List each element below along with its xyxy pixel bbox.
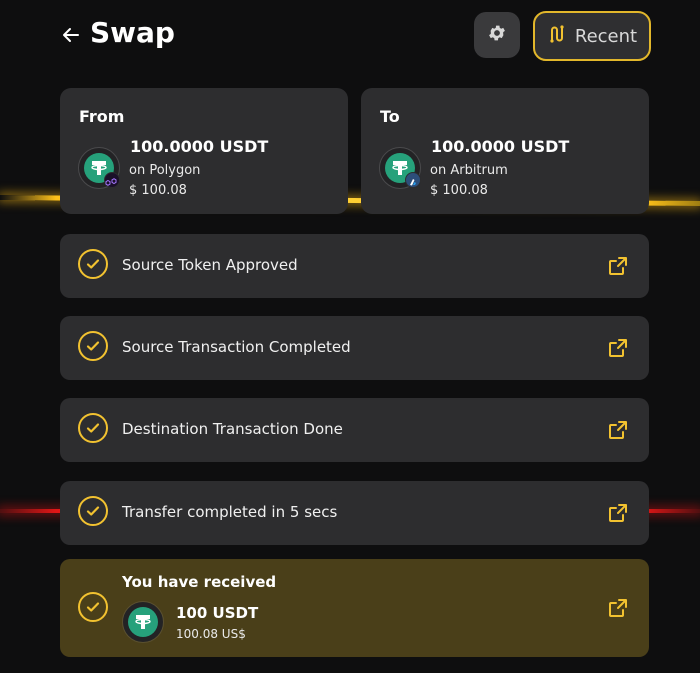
step-label: Source Token Approved <box>122 256 298 274</box>
check-circle-icon <box>78 413 108 443</box>
external-link-icon[interactable] <box>608 598 628 618</box>
from-chain: on Polygon <box>129 163 201 178</box>
step-row: Source Token Approved <box>60 234 649 298</box>
step-label: Destination Transaction Done <box>122 420 343 438</box>
recent-label: Recent <box>574 25 638 47</box>
external-link-icon[interactable] <box>608 256 628 276</box>
page-title: Swap <box>90 16 175 49</box>
to-label: To <box>380 107 400 126</box>
check-circle-icon <box>78 496 108 526</box>
header: Swap Recent <box>0 0 700 72</box>
received-card: You have received 100 USDT 100.08 US$ <box>60 559 649 657</box>
recent-button[interactable]: Recent <box>533 11 651 61</box>
step-row: Destination Transaction Done <box>60 398 649 462</box>
check-circle-icon <box>78 249 108 279</box>
arrow-left-icon[interactable] <box>60 24 82 46</box>
external-link-icon[interactable] <box>608 420 628 440</box>
step-label: Transfer completed in 5 secs <box>122 503 338 521</box>
from-label: From <box>79 107 125 126</box>
to-usd-value: $ 100.08 <box>430 183 488 198</box>
tether-icon <box>122 601 164 643</box>
step-row: Transfer completed in 5 secs <box>60 481 649 545</box>
step-row: Source Transaction Completed <box>60 316 649 380</box>
polygon-icon <box>104 172 120 188</box>
check-circle-icon <box>78 592 108 622</box>
from-amount: 100.0000 USDT <box>130 137 269 156</box>
route-icon <box>547 24 567 49</box>
from-usd-value: $ 100.08 <box>129 183 187 198</box>
received-amount: 100 USDT <box>176 604 259 622</box>
external-link-icon[interactable] <box>608 338 628 358</box>
gear-icon <box>487 23 507 47</box>
arbitrum-icon <box>405 172 421 188</box>
from-card: From 100.0000 USDT on Polygon $ 100.08 <box>60 88 348 214</box>
external-link-icon[interactable] <box>608 503 628 523</box>
check-circle-icon <box>78 331 108 361</box>
received-usd-value: 100.08 US$ <box>176 627 246 641</box>
step-label: Source Transaction Completed <box>122 338 351 356</box>
received-title: You have received <box>122 573 277 591</box>
to-chain: on Arbitrum <box>430 163 508 178</box>
settings-button[interactable] <box>474 12 520 58</box>
to-card: To 100.0000 USDT on Arbitrum $ 100.08 <box>361 88 649 214</box>
to-amount: 100.0000 USDT <box>431 137 570 156</box>
